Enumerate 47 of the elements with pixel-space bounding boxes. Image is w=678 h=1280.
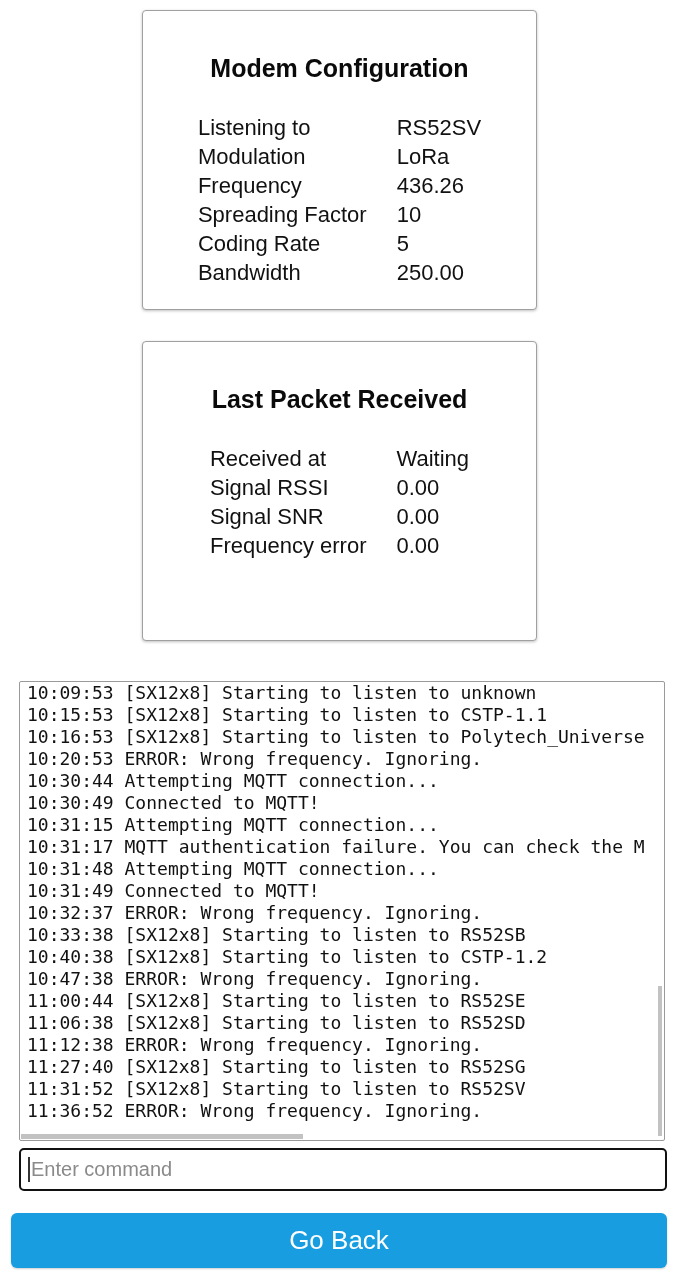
field-label: Frequency error bbox=[209, 532, 367, 560]
field-label: Coding Rate bbox=[197, 230, 322, 258]
log-line: 10:31:48 Attempting MQTT connection... bbox=[27, 858, 439, 880]
card-title: Modem Configuration bbox=[210, 53, 469, 84]
vertical-scrollbar[interactable] bbox=[658, 986, 662, 1136]
field-value: 10 bbox=[396, 201, 423, 229]
log-line: 11:00:44 [SX12x8] Starting to listen to RS52SE bbox=[27, 990, 526, 1012]
field-label: Signal RSSI bbox=[209, 474, 330, 502]
field-label: Frequency bbox=[197, 172, 303, 200]
log-line: 10:31:49 Connected to MQTT! bbox=[27, 880, 320, 902]
field-value: 5 bbox=[396, 230, 410, 258]
log-line: 10:30:49 Connected to MQTT! bbox=[27, 792, 320, 814]
field-label: Bandwidth bbox=[197, 259, 302, 287]
go-back-button[interactable]: Go Back bbox=[11, 1213, 667, 1268]
log-line: 10:33:38 [SX12x8] Starting to listen to RS52SB bbox=[27, 924, 526, 946]
log-line: 10:15:53 [SX12x8] Starting to listen to CSTP-1.1 bbox=[27, 704, 548, 726]
field-value: Waiting bbox=[396, 445, 470, 473]
field-value: RS52SV bbox=[396, 114, 482, 142]
log-line: 10:40:38 [SX12x8] Starting to listen to CSTP-1.2 bbox=[27, 946, 548, 968]
log-line: 11:27:40 [SX12x8] Starting to listen to RS52SG bbox=[27, 1056, 526, 1078]
log-line: 10:47:38 ERROR: Wrong frequency. Ignoring. bbox=[27, 968, 483, 990]
field-value: 0.00 bbox=[396, 474, 441, 502]
log-line: 10:09:53 [SX12x8] Starting to listen to unknown bbox=[27, 682, 537, 704]
log-line: 10:32:37 ERROR: Wrong frequency. Ignoring. bbox=[27, 902, 483, 924]
text-cursor-icon bbox=[28, 1157, 30, 1182]
log-line: 10:31:15 Attempting MQTT connection... bbox=[27, 814, 439, 836]
horizontal-scrollbar[interactable] bbox=[21, 1134, 303, 1139]
log-line: 11:36:52 ERROR: Wrong frequency. Ignoring. bbox=[27, 1100, 483, 1122]
log-line: 10:30:44 Attempting MQTT connection... bbox=[27, 770, 439, 792]
field-label: Spreading Factor bbox=[197, 201, 367, 229]
log-line: 10:31:17 MQTT authentication failure. You can check the M bbox=[27, 836, 645, 858]
field-label: Signal SNR bbox=[209, 503, 325, 531]
log-line: 10:16:53 [SX12x8] Starting to listen to Polytech_Universe bbox=[27, 726, 645, 748]
log-line: 11:31:52 [SX12x8] Starting to listen to RS52SV bbox=[27, 1078, 526, 1100]
card-title: Last Packet Received bbox=[211, 384, 468, 415]
field-value: 0.00 bbox=[396, 532, 441, 560]
field-value: 436.26 bbox=[396, 172, 465, 200]
log-line: 11:12:38 ERROR: Wrong frequency. Ignoring. bbox=[27, 1034, 483, 1056]
log-line: 10:20:53 ERROR: Wrong frequency. Ignoring. bbox=[27, 748, 483, 770]
field-label: Listening to bbox=[197, 114, 312, 142]
field-value: LoRa bbox=[396, 143, 451, 171]
field-value: 250.00 bbox=[396, 259, 465, 287]
field-value: 0.00 bbox=[396, 503, 441, 531]
log-line: 11:06:38 [SX12x8] Starting to listen to RS52SD bbox=[27, 1012, 526, 1034]
field-label: Received at bbox=[209, 445, 328, 473]
field-label: Modulation bbox=[197, 143, 307, 171]
command-input[interactable]: Enter command bbox=[19, 1148, 667, 1191]
